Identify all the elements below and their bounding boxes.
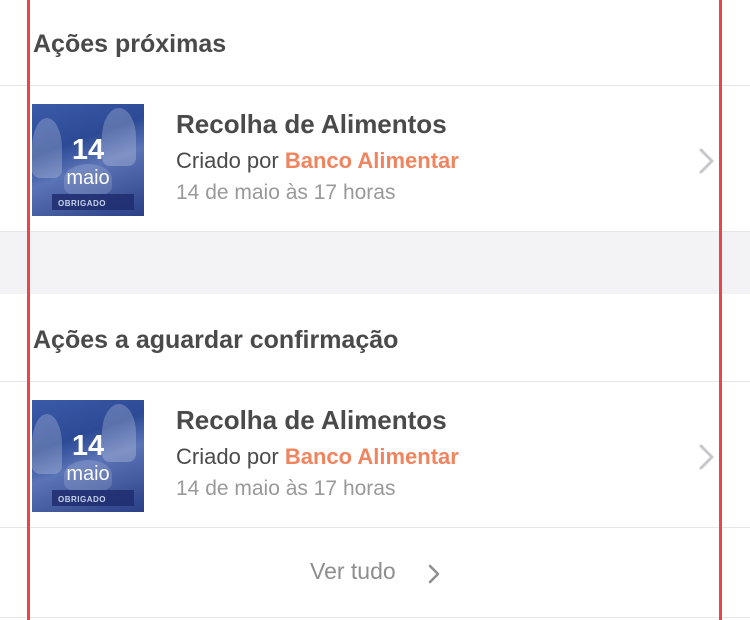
thumb-banner-text: OBRIGADO [58,199,106,208]
chevron-right-icon [428,564,440,584]
see-all-label: Ver tudo [310,558,396,584]
action-title: Recolha de Alimentos [176,109,447,139]
section-title-pending: Ações a aguardar confirmação [33,326,399,354]
created-by-prefix: Criado por [176,148,285,173]
action-creator: Criado por Banco Alimentar [176,444,459,470]
thumb-month: maio [66,463,110,485]
action-date: 14 de maio às 17 horas [176,477,396,500]
chevron-right-icon [699,444,714,470]
organization-link[interactable]: Banco Alimentar [285,148,459,173]
thumb-day: 14 [71,430,105,462]
see-all-button[interactable]: Ver tudo [0,530,750,618]
action-title: Recolha de Alimentos [176,405,447,435]
action-row-upcoming[interactable]: OBRIGADO 14 maio Recolha de Alimentos Cr… [0,87,750,232]
action-thumbnail: OBRIGADO 14 maio [32,400,144,512]
pending-actions-header: Ações a aguardar confirmação [0,296,750,382]
thumb-month: maio [66,167,110,189]
section-separator [0,232,750,294]
actions-screen: Ações próximas OBRIGADO 14 maio Recolha … [0,0,750,620]
action-creator: Criado por Banco Alimentar [176,148,459,174]
organization-link[interactable]: Banco Alimentar [285,444,459,469]
thumb-banner-text: OBRIGADO [58,495,106,504]
section-title-upcoming: Ações próximas [33,30,227,58]
left-guide-line [27,0,30,620]
action-date: 14 de maio às 17 horas [176,181,396,204]
thumb-day: 14 [71,134,105,166]
action-thumbnail: OBRIGADO 14 maio [32,104,144,216]
right-guide-line [719,0,722,620]
chevron-right-icon [699,148,714,174]
upcoming-actions-header: Ações próximas [0,0,750,86]
created-by-prefix: Criado por [176,444,285,469]
action-row-pending[interactable]: OBRIGADO 14 maio Recolha de Alimentos Cr… [0,383,750,528]
